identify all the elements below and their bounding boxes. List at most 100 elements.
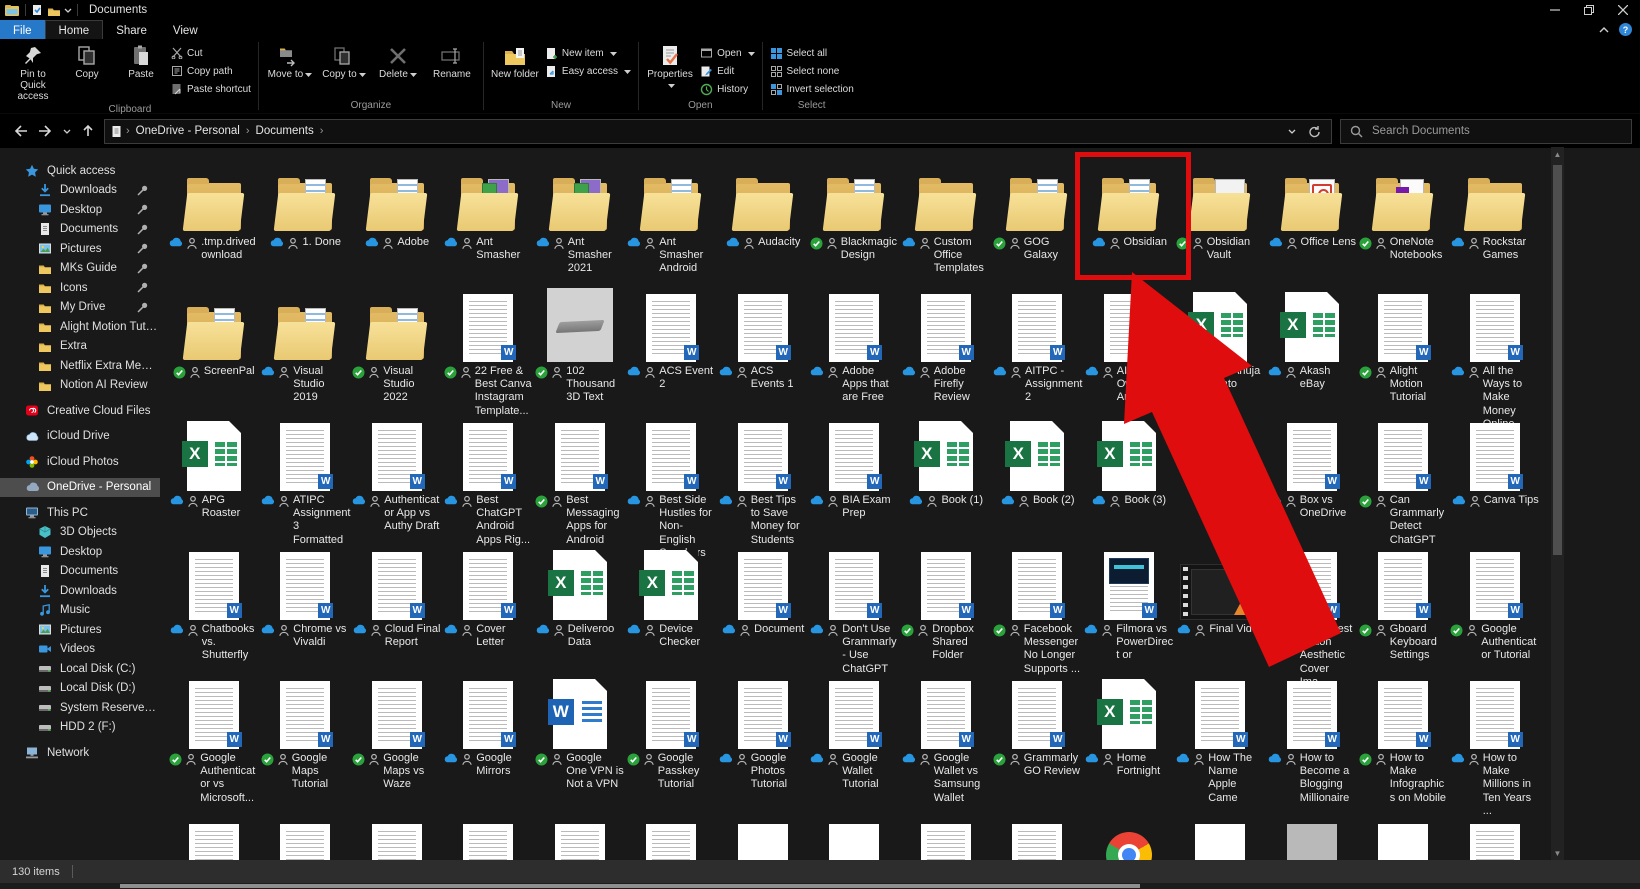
file-item-visual-studio-2019[interactable]: Visual Studio 2019 [260,282,352,431]
file-item-partial[interactable] [717,798,809,860]
address-dropdown-chevron-icon[interactable] [1288,129,1296,134]
file-item-chatbooks-vs-shutterfly[interactable]: W Chatbooks vs. Shutterfly [168,540,260,689]
file-item-rockstar-games[interactable]: Rockstar Games [1449,153,1541,282]
file-item-ant-smasher[interactable]: Ant Smasher [443,153,535,282]
file-item-audacity[interactable]: Audacity [717,153,809,282]
file-item-bia-exam-prep[interactable]: W BIA Exam Prep [809,411,901,560]
scroll-up-arrow-icon[interactable]: ▲ [1551,147,1564,161]
copy-path-button[interactable]: Copy path [168,62,254,80]
file-item-e-and-best-notion-aesthetic-cover-ima-[interactable]: We and Best Notion Aesthetic Cover Ima..… [1266,540,1358,689]
restore-button[interactable] [1572,0,1606,20]
file-item-partial[interactable] [443,798,535,860]
file-item-chrome-vs-vivaldi[interactable]: W Chrome vs Vivaldi [260,540,352,689]
file-item-partial[interactable] [260,798,352,860]
file-item-partial[interactable] [534,798,626,860]
file-item-home-fortnight[interactable]: X Home Fortnight [1083,669,1175,818]
history-button[interactable]: History [697,80,757,98]
file-item-partial[interactable] [351,798,443,860]
sidebar-item-downloads[interactable]: Downloads [0,581,160,601]
file-item-ant-smasher-android[interactable]: Ant Smasher Android [626,153,718,282]
sidebar-item-local-disk-d-[interactable]: Local Disk (D:) [0,679,160,699]
sidebar-item-netflix-extra-member[interactable]: Netflix Extra Member [0,356,160,376]
file-item-partial[interactable] [809,798,901,860]
sidebar-item-icloud-drive[interactable]: iCloud Drive [0,427,160,447]
file-item-adobe-apps-that-are-free[interactable]: W Adobe Apps that are Free [809,282,901,431]
sidebar-item-music[interactable]: Music [0,601,160,621]
sidebar-item-videos[interactable]: Videos [0,640,160,660]
sidebar-item-icons[interactable]: Icons [0,278,160,298]
sidebar-item-alight-motion-tutorial[interactable]: Alight Motion Tutorial [0,317,160,337]
easy-access-button[interactable]: Easy access [542,62,634,80]
up-icon[interactable] [76,119,100,143]
cut-button[interactable]: Cut [168,44,254,62]
file-item-ant-smasher-2021[interactable]: Ant Smasher 2021 [534,153,626,282]
move-to-button[interactable]: Move to [263,41,317,80]
horizontal-scrollbar-thumb[interactable] [120,884,1140,888]
file-item-google-authenticator-vs-microsoft-[interactable]: W Google Authenticator vs Microsoft... [168,669,260,818]
file-item-partial[interactable] [1358,798,1450,860]
sidebar-item-icloud-photos[interactable]: iCloud Photos [0,452,160,472]
file-item-book-1-[interactable]: X Book (1) [900,411,992,560]
file-item-screenpal[interactable]: ScreenPal [168,282,260,431]
file-item-onenote-notebooks[interactable]: OneNote Notebooks [1358,153,1450,282]
file-item-ajay-ahuja-khato[interactable]: X Ajay Ahuja Khato [1175,282,1267,431]
file-item-cover-letter[interactable]: W Cover Letter [443,540,535,689]
file-item-bo[interactable]: X Bo [1175,411,1267,560]
file-item-partial[interactable] [626,798,718,860]
sidebar-item-local-disk-c-[interactable]: Local Disk (C:) [0,659,160,679]
file-item-1-done[interactable]: 1. Done [260,153,352,282]
file-item-partial[interactable] [1175,798,1267,860]
sidebar-item-system-reserved-e-[interactable]: System Reserved (E:) [0,698,160,718]
open-button[interactable]: Open [697,44,757,62]
file-item-blackmagic-design[interactable]: Blackmagic Design [809,153,901,282]
breadcrumb-documents[interactable]: Documents [252,125,318,137]
sidebar-item-quick-access[interactable]: Quick access [0,161,160,181]
file-item-how-to-become-a-blogging-millionaire[interactable]: W How to Become a Blogging Millionaire [1266,669,1358,818]
scroll-down-arrow-icon[interactable]: ▼ [1551,846,1564,860]
file-item-obsidian[interactable]: Obsidian [1083,153,1175,282]
forward-icon[interactable] [34,119,58,143]
file-item-cloud-final-report[interactable]: W Cloud Final Report [351,540,443,689]
new-folder-button[interactable]: New folder [488,41,542,80]
sidebar-item-my-drive[interactable]: My Drive [0,298,160,318]
vertical-scrollbar-thumb[interactable] [1553,165,1562,555]
sidebar-item-desktop[interactable]: Desktop [0,200,160,220]
sidebar-item-3d-objects[interactable]: 3D Objects [0,523,160,543]
file-item-partial[interactable] [1266,798,1358,860]
file-item-google-mirrors[interactable]: W Google Mirrors [443,669,535,818]
horizontal-scrollbar[interactable] [0,883,1640,889]
chevron-down-icon[interactable] [64,8,72,13]
breadcrumb[interactable]: › OneDrive - Personal › Documents › [104,118,1332,144]
sidebar-item-downloads[interactable]: Downloads [0,181,160,201]
help-icon[interactable]: ? [1619,23,1632,36]
refresh-icon[interactable] [1308,125,1321,138]
file-item-acs-events-1[interactable]: W ACS Events 1 [717,282,809,431]
file-item-book-3-[interactable]: X Book (3) [1083,411,1175,560]
file-item-filmora-vs-powerdirect-or[interactable]: W Filmora vs PowerDirect or [1083,540,1175,689]
file-item-google-wallet-vs-samsung-wallet[interactable]: W Google Wallet vs Samsung Wallet [900,669,992,818]
file-item-best-messaging-apps-for-android[interactable]: W Best Messaging Apps for Android [534,411,626,560]
sidebar-item-pictures[interactable]: Pictures [0,239,160,259]
file-item-adobe-firefly-review[interactable]: W Adobe Firefly Review [900,282,992,431]
file-item-box-vs-onedrive[interactable]: W Box vs OneDrive [1266,411,1358,560]
file-item-acs-event-2[interactable]: W ACS Event 2 [626,282,718,431]
paste-shortcut-button[interactable]: Paste shortcut [168,80,254,98]
tab-home[interactable]: Home [44,20,104,39]
file-item-can-grammarly-detect-chatgpt[interactable]: W Can Grammarly Detect ChatGPT [1358,411,1450,560]
file-item-canva-tips[interactable]: W Canva Tips [1449,411,1541,560]
edit-button[interactable]: Edit [697,62,757,80]
copy-button[interactable]: Copy [60,41,114,80]
sidebar-item-desktop[interactable]: Desktop [0,542,160,562]
sidebar-item-mks-guide[interactable]: MKs Guide [0,259,160,279]
back-icon[interactable] [8,119,32,143]
sidebar-item-network[interactable]: Network [0,743,160,763]
file-item-best-side-hustles-for-non-english-speake[interactable]: WBest Side Hustles for Non-English Speak… [626,411,718,560]
file-item-google-passkey-tutorial[interactable]: W Google Passkey Tutorial [626,669,718,818]
file-item--tmp-drivedownload[interactable]: .tmp.drivedownload [168,153,260,282]
file-item-google-maps-vs-waze[interactable]: W Google Maps vs Waze [351,669,443,818]
sidebar-item-documents[interactable]: Documents [0,562,160,582]
copy-to-button[interactable]: Copy to [317,41,371,80]
file-item-partial[interactable] [1449,798,1541,860]
file-item-how-the-name-apple-came[interactable]: W How The Name Apple Came [1175,669,1267,818]
file-item-google-one-vpn-is-not-a-vpn[interactable]: W Google One VPN is Not a VPN [534,669,626,818]
